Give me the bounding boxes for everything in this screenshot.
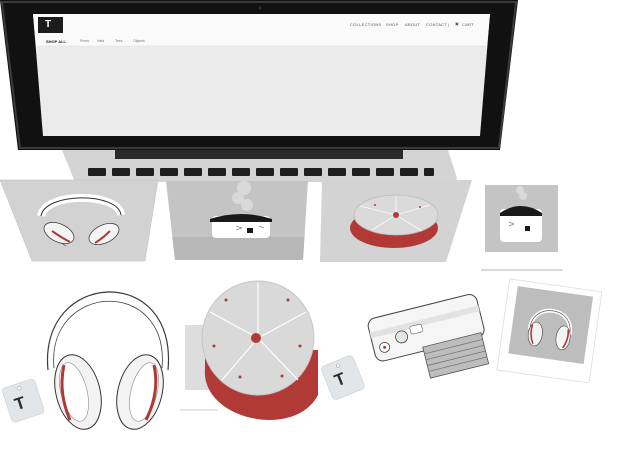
subnav-hats[interactable]: Hats <box>97 39 104 43</box>
cap-large-button <box>251 333 261 343</box>
site-logo-letter[interactable]: T <box>45 19 51 30</box>
card-headphones <box>0 179 159 262</box>
subnav-prints[interactable]: Prints <box>80 39 89 43</box>
nav-shop[interactable]: SHOP <box>386 22 399 27</box>
laptop <box>0 0 518 182</box>
nav-about[interactable]: ABOUT <box>405 22 420 27</box>
cart-link[interactable]: CART <box>462 22 474 27</box>
camera <box>367 294 490 379</box>
nav-contact[interactable]: CONTACT <box>426 22 447 27</box>
cap-large <box>180 280 318 420</box>
card-rice-cooker <box>166 181 308 260</box>
rice-cooker-button <box>247 228 253 233</box>
cart-icon[interactable]: ▣ <box>455 21 459 26</box>
nav-divider: | <box>448 22 450 27</box>
keyboard-keys <box>88 168 434 176</box>
polaroid-headphones <box>496 278 603 384</box>
card-rice-cooker-small <box>481 185 563 271</box>
subnav-title: SHOP ALL <box>46 39 67 44</box>
laptop-hinge <box>115 150 403 159</box>
headphones-large <box>42 287 174 430</box>
nav-collections[interactable]: COLLECTIONS <box>350 22 382 27</box>
cap-button <box>393 212 399 218</box>
right-earcup <box>116 354 164 430</box>
subnav-tees[interactable]: Tees <box>115 39 122 43</box>
webcam-dot <box>258 6 262 10</box>
card-cap-top <box>320 180 472 262</box>
subnav-objects[interactable]: Objects <box>133 39 145 43</box>
left-earcup <box>54 354 102 430</box>
